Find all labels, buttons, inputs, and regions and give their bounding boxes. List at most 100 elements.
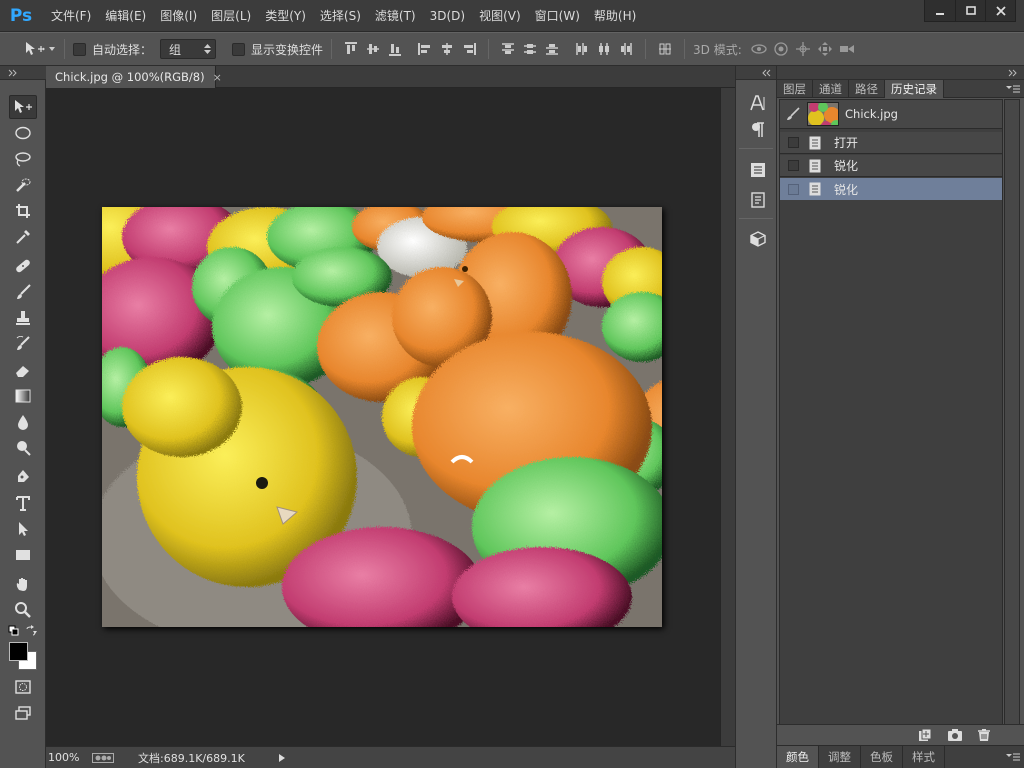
history-panel-header[interactable]	[777, 66, 1024, 80]
auto-select-value: 组	[169, 42, 182, 57]
lasso-tool[interactable]	[9, 147, 37, 171]
tab-styles[interactable]: 样式	[903, 746, 945, 768]
camera-snapshot-icon[interactable]	[947, 728, 963, 742]
distribute-top-icon[interactable]	[497, 38, 519, 60]
tab-swatches[interactable]: 色板	[861, 746, 903, 768]
type-tool[interactable]	[9, 491, 37, 515]
align-vcenter-icon[interactable]	[362, 38, 384, 60]
align-top-icon[interactable]	[340, 38, 362, 60]
character-panel-button[interactable]	[743, 90, 773, 116]
3d-scale-icon[interactable]	[836, 38, 858, 60]
distribute-right-icon[interactable]	[615, 38, 637, 60]
panel-menu-icon[interactable]	[1006, 752, 1020, 762]
crop-tool[interactable]	[9, 199, 37, 223]
path-selection-tool[interactable]	[9, 517, 37, 541]
history-brush-source-icon[interactable]	[785, 107, 801, 121]
collapsed-panels-header[interactable]	[736, 66, 776, 80]
status-menu-arrow-icon[interactable]	[278, 753, 286, 763]
align-hcenter-icon[interactable]	[436, 38, 458, 60]
history-source-checkbox[interactable]	[788, 160, 799, 171]
auto-select-dropdown[interactable]: 组	[160, 39, 217, 59]
menu-help[interactable]: 帮助(H)	[587, 0, 643, 32]
swap-colors-icon[interactable]	[25, 625, 37, 637]
history-source-checkbox[interactable]	[788, 137, 799, 148]
menu-type[interactable]: 类型(Y)	[258, 0, 313, 32]
auto-align-layers-icon[interactable]	[654, 38, 676, 60]
tab-history[interactable]: 历史记录	[885, 80, 944, 98]
minimize-button[interactable]	[925, 0, 955, 21]
show-transform-checkbox[interactable]	[232, 42, 246, 56]
history-state-open[interactable]: 打开	[780, 132, 1002, 154]
notes-panel-button[interactable]	[743, 187, 773, 213]
close-button[interactable]	[985, 0, 1015, 21]
document-image[interactable]	[102, 207, 662, 627]
history-state-sharpen-2-selected[interactable]: 锐化	[780, 178, 1002, 200]
menu-edit[interactable]: 编辑(E)	[98, 0, 153, 32]
history-snapshot[interactable]: Chick.jpg	[780, 100, 1002, 129]
clone-stamp-tool[interactable]	[9, 306, 37, 330]
distribute-hcenter-icon[interactable]	[593, 38, 615, 60]
menu-image[interactable]: 图像(I)	[153, 0, 204, 32]
tab-adjustments[interactable]: 调整	[819, 746, 861, 768]
quick-selection-tool[interactable]	[9, 173, 37, 197]
blur-tool[interactable]	[9, 410, 37, 434]
history-state-sharpen-1[interactable]: 锐化	[780, 155, 1002, 177]
distribute-left-icon[interactable]	[571, 38, 593, 60]
menu-layer[interactable]: 图层(L)	[204, 0, 258, 32]
history-scrollbar[interactable]	[1004, 99, 1020, 725]
align-left-icon[interactable]	[414, 38, 436, 60]
eraser-tool[interactable]	[9, 358, 37, 382]
gradient-tool[interactable]	[9, 384, 37, 408]
history-source-checkbox[interactable]	[788, 183, 799, 195]
new-document-from-state-icon[interactable]	[918, 728, 932, 742]
tools-panel-header[interactable]	[0, 66, 46, 80]
menu-window[interactable]: 窗口(W)	[528, 0, 587, 32]
menu-filter[interactable]: 滤镜(T)	[368, 0, 423, 32]
3d-rotate-icon[interactable]	[748, 38, 770, 60]
auto-select-checkbox[interactable]	[73, 42, 86, 56]
close-tab-icon[interactable]: ×	[213, 71, 222, 84]
marquee-tool[interactable]	[9, 121, 37, 145]
distribute-vcenter-icon[interactable]	[519, 38, 541, 60]
default-colors-icon[interactable]	[8, 625, 20, 637]
dodge-tool[interactable]	[9, 436, 37, 460]
history-brush-tool[interactable]	[9, 332, 37, 356]
trash-icon[interactable]	[977, 728, 991, 742]
paragraph-panel-button[interactable]	[743, 117, 773, 143]
document-tab[interactable]: Chick.jpg @ 100%(RGB/8) ×	[46, 66, 222, 88]
quick-mask-button[interactable]	[9, 675, 37, 699]
tab-color[interactable]: 颜色	[777, 746, 819, 768]
foreground-color-swatch[interactable]	[9, 642, 28, 661]
align-bottom-icon[interactable]	[384, 38, 406, 60]
maximize-button[interactable]	[955, 0, 985, 21]
move-tool[interactable]	[9, 95, 37, 119]
tab-channels[interactable]: 通道	[813, 80, 849, 98]
tab-layers[interactable]: 图层	[777, 80, 813, 98]
eyedropper-tool[interactable]	[9, 225, 37, 249]
menu-file[interactable]: 文件(F)	[44, 0, 98, 32]
vertical-scrollbar[interactable]	[720, 88, 735, 746]
menu-select[interactable]: 选择(S)	[313, 0, 368, 32]
3d-roll-icon[interactable]	[770, 38, 792, 60]
panel-menu-icon[interactable]	[1006, 84, 1020, 94]
zoom-level[interactable]: 100%	[48, 751, 92, 764]
properties-panel-button[interactable]	[743, 157, 773, 183]
zoom-tool[interactable]	[9, 598, 37, 622]
tool-preset-picker[interactable]	[24, 41, 56, 57]
mini-preview-icon[interactable]	[92, 752, 114, 763]
tab-paths[interactable]: 路径	[849, 80, 885, 98]
menu-3d[interactable]: 3D(D)	[423, 0, 472, 32]
rectangle-tool[interactable]	[9, 543, 37, 567]
hand-tool[interactable]	[9, 572, 37, 596]
3d-slide-icon[interactable]	[814, 38, 836, 60]
3d-panel-button[interactable]	[743, 226, 773, 252]
menu-view[interactable]: 视图(V)	[472, 0, 528, 32]
3d-pan-icon[interactable]	[792, 38, 814, 60]
distribute-bottom-icon[interactable]	[541, 38, 563, 60]
brush-tool[interactable]	[9, 280, 37, 304]
gradient-icon	[15, 389, 31, 403]
healing-brush-tool[interactable]	[9, 254, 37, 278]
align-right-icon[interactable]	[458, 38, 480, 60]
screen-mode-button[interactable]	[9, 701, 37, 725]
pen-tool[interactable]	[9, 465, 37, 489]
